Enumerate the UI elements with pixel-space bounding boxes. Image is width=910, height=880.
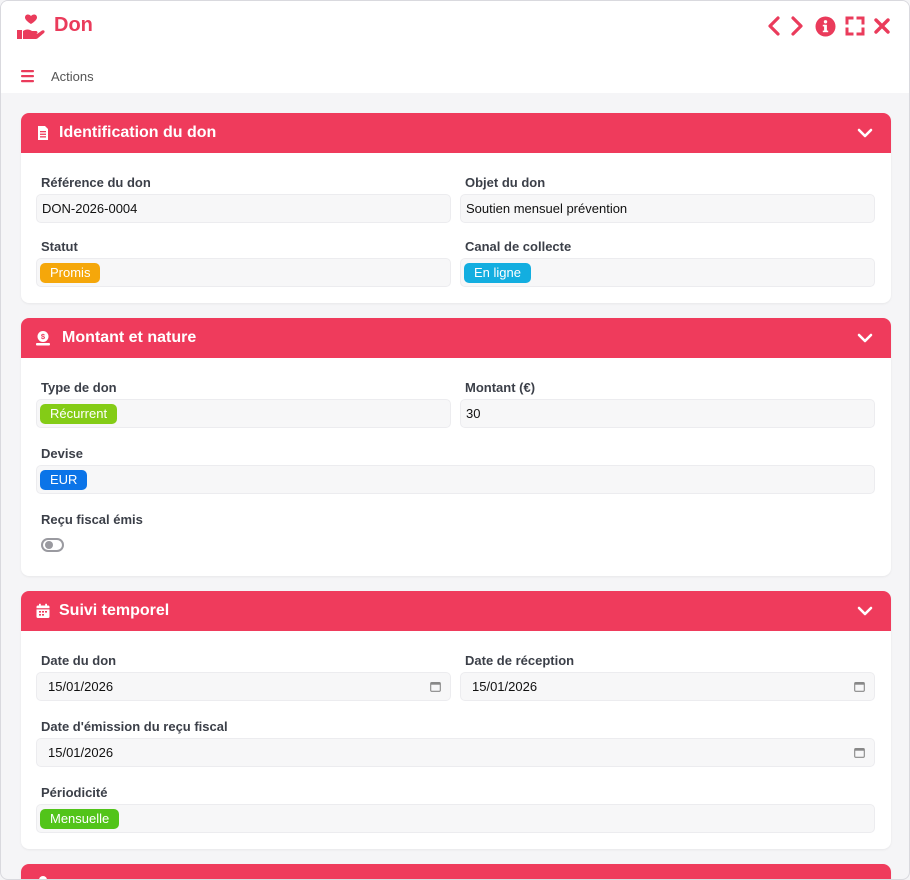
calendar-picker-icon[interactable] (430, 681, 441, 692)
section-suivi-header[interactable]: Suivi temporel (21, 591, 891, 631)
recu-fiscal-toggle[interactable] (41, 538, 64, 552)
statut-label: Statut (41, 239, 78, 254)
section-title: Suivi temporel (59, 602, 170, 619)
montant-label: Montant (€) (465, 380, 536, 395)
previous-button[interactable] (763, 15, 785, 37)
actions-menu[interactable]: Actions (21, 67, 94, 85)
calendar-icon (36, 603, 50, 618)
periodicite-badge: Mensuelle (40, 809, 120, 829)
devise-badge: EUR (40, 470, 88, 490)
actions-label: Actions (51, 68, 94, 84)
montant-field[interactable]: 30 (460, 399, 875, 428)
devise-label: Devise (41, 446, 83, 461)
periodicite-label: Périodicité (41, 785, 108, 800)
status-badge: Promis (40, 263, 101, 283)
hand-heart-icon (17, 14, 45, 39)
section-next-header[interactable] (21, 864, 891, 879)
close-icon (874, 18, 890, 34)
date-reception-label: Date de réception (465, 653, 575, 668)
section-title: Identification du don (59, 124, 217, 141)
section-next-collapsed (21, 864, 891, 879)
section-title: Montant et nature (62, 329, 197, 346)
info-button[interactable] (814, 15, 836, 37)
user-icon (39, 876, 47, 879)
fullscreen-icon (845, 16, 865, 36)
recu-fiscal-label: Reçu fiscal émis (41, 512, 143, 527)
document-icon (38, 126, 48, 140)
modal-window: Don Actions Identification du don Référe… (0, 0, 910, 880)
date-don-field[interactable]: 15/01/2026 (36, 672, 451, 701)
calendar-picker-icon[interactable] (854, 747, 865, 758)
section-montant-header[interactable]: $ Montant et nature (21, 318, 891, 358)
section-identification-header[interactable]: Identification du don (21, 113, 891, 153)
date-reception-field[interactable]: 15/01/2026 (460, 672, 875, 701)
chevron-left-icon (768, 16, 780, 36)
date-recu-field[interactable]: 15/01/2026 (36, 738, 875, 767)
type-don-field[interactable]: Récurrent (36, 399, 451, 428)
window-header: Don Actions (1, 1, 909, 93)
section-suivi: Suivi temporel Date du don 15/01/2026 Da… (21, 591, 891, 849)
toggle-knob (45, 541, 53, 549)
section-identification: Identification du don Référence du don D… (21, 113, 891, 303)
canal-label: Canal de collecte (465, 239, 572, 254)
canal-badge: En ligne (464, 263, 531, 283)
fullscreen-button[interactable] (844, 15, 866, 37)
calendar-picker-icon[interactable] (854, 681, 865, 692)
window-title: Don (54, 14, 93, 36)
type-don-label: Type de don (41, 380, 117, 395)
section-montant: $ Montant et nature Type de don Récurren… (21, 318, 891, 576)
reference-label: Référence du don (41, 175, 151, 190)
objet-label: Objet du don (465, 175, 546, 190)
money-bag-icon: $ (36, 331, 50, 346)
canal-field[interactable]: En ligne (460, 258, 875, 287)
date-recu-value: 15/01/2026 (48, 745, 114, 760)
chevron-right-icon (791, 16, 803, 36)
chevron-down-icon[interactable] (857, 125, 873, 141)
menu-icon (21, 70, 34, 83)
chevron-down-icon[interactable] (857, 603, 873, 619)
date-reception-value: 15/01/2026 (472, 679, 538, 694)
date-recu-label: Date d'émission du reçu fiscal (41, 719, 228, 734)
next-button[interactable] (786, 15, 808, 37)
date-don-label: Date du don (41, 653, 117, 668)
info-icon (815, 16, 835, 36)
date-don-value: 15/01/2026 (48, 679, 114, 694)
type-badge: Récurrent (40, 404, 118, 424)
periodicite-field[interactable]: Mensuelle (36, 804, 875, 833)
reference-field[interactable]: DON-2026-0004 (36, 194, 451, 223)
objet-field[interactable]: Soutien mensuel prévention (460, 194, 875, 223)
chevron-down-icon[interactable] (857, 330, 873, 346)
devise-field[interactable]: EUR (36, 465, 875, 494)
statut-field[interactable]: Promis (36, 258, 451, 287)
close-button[interactable] (871, 15, 893, 37)
